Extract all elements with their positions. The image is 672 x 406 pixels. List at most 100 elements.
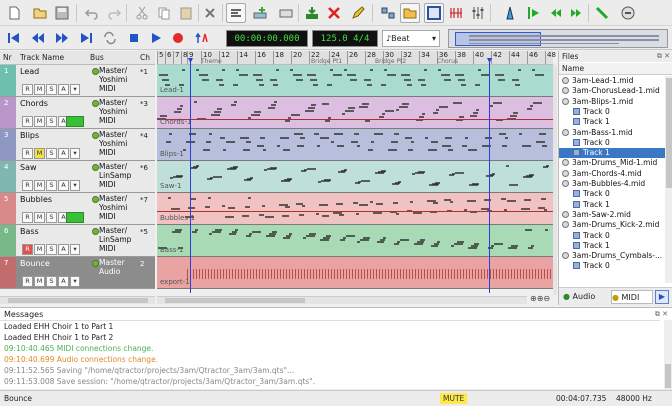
- file-item[interactable]: 3am-Bubbles-4.mid: [559, 179, 665, 189]
- midi-clip[interactable]: [157, 65, 553, 96]
- track-name[interactable]: Bass: [20, 227, 39, 236]
- track-automation-button[interactable]: A: [58, 84, 69, 95]
- track-row[interactable]: 2ChordsMaster/ Yoshimi MIDI*3RMSA▾: [0, 97, 155, 129]
- track-bus[interactable]: Master/ Yoshimi MIDI: [89, 66, 137, 93]
- goto-start-icon[interactable]: [4, 28, 24, 48]
- automation-dropdown[interactable]: ▾: [70, 148, 80, 159]
- time-display[interactable]: 00:00:00.000: [226, 30, 308, 47]
- loop-icon[interactable]: [100, 28, 120, 48]
- track-solo-button[interactable]: S: [46, 212, 57, 223]
- edit-clip-icon[interactable]: [348, 3, 368, 23]
- track-bus[interactable]: Master Audio: [89, 258, 137, 276]
- midi-clip[interactable]: [157, 193, 553, 224]
- file-item[interactable]: 3am-Drums_Mid-1.mid: [559, 158, 665, 168]
- mixer-view-icon[interactable]: [424, 3, 444, 23]
- track-record-button[interactable]: R: [22, 180, 33, 191]
- cut-icon[interactable]: [132, 3, 152, 23]
- file-item[interactable]: Track 1: [559, 148, 665, 159]
- loop-end-marker[interactable]: [489, 58, 490, 293]
- rewind-icon[interactable]: [28, 28, 48, 48]
- col-bus[interactable]: Bus: [90, 51, 104, 64]
- timeline-ruler[interactable]: 5 6 7 8 9 10 12 14 16 18 20 22 24 26 28 30 32 34 36 38 40 42 4…: [157, 51, 556, 65]
- track-bus[interactable]: Master/ Yoshimi MIDI: [89, 130, 137, 157]
- messages-float-close-icons[interactable]: ⧉ ✕: [655, 310, 668, 319]
- track-name[interactable]: Bubbles: [20, 195, 52, 204]
- files-view-icon[interactable]: [400, 3, 420, 23]
- track-mute-button[interactable]: M: [34, 148, 45, 159]
- file-item[interactable]: 3am-Blips-1.mid: [559, 97, 665, 107]
- loop-start-marker[interactable]: [190, 58, 191, 293]
- track-record-button[interactable]: R: [22, 212, 33, 223]
- play-icon[interactable]: [146, 28, 166, 48]
- track-bus[interactable]: Master/ Yoshimi MIDI: [89, 98, 137, 125]
- open-file-icon[interactable]: [30, 3, 50, 23]
- zoom-controls[interactable]: ⊕⊕⊖: [530, 294, 556, 305]
- col-nr[interactable]: Nr: [3, 51, 12, 64]
- undo-icon[interactable]: [82, 3, 102, 23]
- tempo-display[interactable]: 125.0 4/4: [312, 30, 378, 47]
- stop-icon[interactable]: [124, 28, 144, 48]
- messages-vscrollbar[interactable]: [664, 320, 672, 390]
- track-row[interactable]: 1 Lead Master/ Yoshimi MIDI *1 R M S A ▾: [0, 65, 155, 97]
- track-record-button[interactable]: R: [22, 276, 33, 287]
- edit-mode-icon[interactable]: [226, 3, 246, 23]
- ruler-marker[interactable]: Chorus: [437, 58, 458, 65]
- import-clip-icon[interactable]: [302, 3, 322, 23]
- punch-in-icon[interactable]: [592, 3, 612, 23]
- auto-backward-icon[interactable]: [546, 3, 566, 23]
- fast-forward-icon[interactable]: [52, 28, 72, 48]
- play-file-button[interactable]: ▶: [655, 290, 669, 304]
- panic-icon[interactable]: [618, 3, 638, 23]
- track-mute-button[interactable]: M: [34, 116, 45, 127]
- track-mute-button[interactable]: M: [34, 276, 45, 287]
- add-track-icon[interactable]: [250, 3, 270, 23]
- ruler-marker[interactable]: Theme: [201, 58, 222, 65]
- automation-dropdown[interactable]: ▾: [70, 84, 80, 95]
- snap-select[interactable]: ♪Beat ▾: [382, 30, 440, 47]
- track-lane[interactable]: Saw-1: [157, 161, 553, 193]
- panel-float-close-icons[interactable]: ⧉ ✕: [657, 52, 670, 61]
- redo-icon[interactable]: [104, 3, 124, 23]
- automation-curve[interactable]: [157, 119, 553, 120]
- automation-dropdown[interactable]: ▾: [70, 180, 80, 191]
- track-list-hscrollbar[interactable]: [0, 296, 155, 304]
- messages-log[interactable]: Loaded EHH Choir 1 to Part 1 Loaded EHH C…: [0, 320, 660, 390]
- file-item[interactable]: 3am-Saw-2.mid: [559, 210, 665, 220]
- track-bus[interactable]: Master/ LinSamp MIDI: [89, 162, 137, 189]
- file-item[interactable]: 3am-ChorusLead-1.mid: [559, 86, 665, 96]
- tab-midi[interactable]: ● MIDI: [611, 290, 653, 304]
- track-name[interactable]: Blips: [20, 131, 39, 140]
- file-item[interactable]: 3am-Lead-1.mid: [559, 76, 665, 86]
- files-vscrollbar[interactable]: [665, 76, 672, 283]
- file-item[interactable]: Track 0: [559, 261, 665, 271]
- file-item[interactable]: Track 0: [559, 138, 665, 148]
- track-mute-button[interactable]: M: [34, 84, 45, 95]
- track-name[interactable]: Lead: [20, 67, 39, 76]
- track-bus[interactable]: Master/ LinSamp MIDI: [89, 226, 137, 253]
- copy-icon[interactable]: [154, 3, 174, 23]
- track-lane[interactable]: export-1: [157, 257, 553, 289]
- track-automation-button[interactable]: A: [58, 276, 69, 287]
- ruler-marker[interactable]: Bridge Pt2: [375, 58, 406, 65]
- track-lane[interactable]: Chords-1: [157, 97, 553, 129]
- track-record-button[interactable]: R: [22, 84, 33, 95]
- file-item[interactable]: Track 0: [559, 231, 665, 241]
- automation-curve[interactable]: [157, 211, 553, 212]
- automation-dropdown[interactable]: ▾: [70, 244, 80, 255]
- track-bus[interactable]: Master/ Yoshimi MIDI: [89, 194, 137, 221]
- timeline-vscrollbar[interactable]: [553, 65, 557, 295]
- file-item[interactable]: 3am-Bass-1.mid: [559, 128, 665, 138]
- ruler-marker[interactable]: Bridge Pt1: [311, 58, 342, 65]
- punch-icon[interactable]: [192, 28, 212, 48]
- metronome-icon[interactable]: [446, 3, 466, 23]
- track-row[interactable]: 5BubblesMaster/ Yoshimi MIDI*7RMSA▾: [0, 193, 155, 225]
- track-name[interactable]: Chords: [20, 99, 48, 108]
- track-automation-button[interactable]: A: [58, 148, 69, 159]
- file-item[interactable]: Track 1: [559, 200, 665, 210]
- file-item[interactable]: Track 0: [559, 107, 665, 117]
- new-file-icon[interactable]: [4, 3, 24, 23]
- track-solo-button[interactable]: S: [46, 116, 57, 127]
- save-file-icon[interactable]: [52, 3, 72, 23]
- track-row[interactable]: 3 Blips Master/ Yoshimi MIDI *4 R M S A ▾: [0, 129, 155, 161]
- track-name[interactable]: Bounce: [20, 259, 50, 268]
